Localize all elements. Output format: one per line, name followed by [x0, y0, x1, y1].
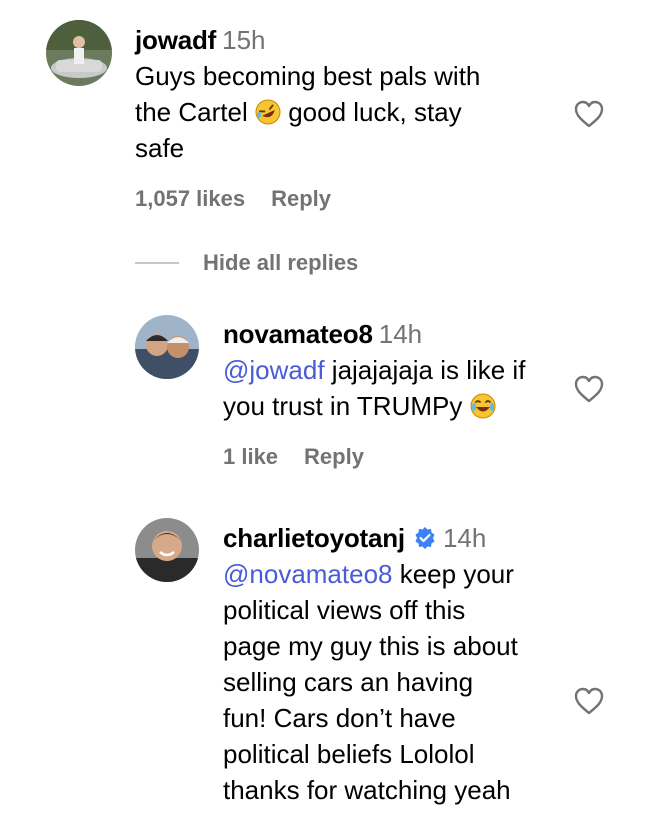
avatar[interactable] — [135, 315, 199, 379]
hide-replies-label[interactable]: Hide all replies — [203, 250, 358, 276]
timestamp: 14h — [378, 319, 423, 349]
avatar[interactable] — [46, 20, 112, 86]
like-count[interactable]: 1,057 likes — [135, 186, 245, 211]
timestamp: 15h — [222, 25, 266, 55]
divider — [135, 262, 179, 264]
like-count[interactable]: 1 like — [223, 444, 278, 469]
rolling-on-floor-laughing-emoji — [255, 98, 281, 125]
comment-text: @novamateo8 keep your political views of… — [223, 559, 518, 805]
reply-button[interactable]: Reply — [271, 186, 331, 211]
verified-badge-icon — [413, 526, 437, 550]
comment-text: @jowadf jajajajaja is like if you trust … — [223, 355, 526, 421]
avatar[interactable] — [135, 518, 199, 582]
face-with-tears-of-joy-emoji — [470, 392, 496, 419]
mention-link[interactable]: @novamateo8 — [223, 559, 393, 589]
heart-icon[interactable] — [573, 686, 605, 716]
hide-replies-toggle[interactable]: Hide all replies — [135, 250, 358, 276]
timestamp: 14h — [442, 523, 487, 553]
username[interactable]: charlietoyotanj — [223, 520, 405, 556]
username[interactable]: jowadf — [135, 22, 216, 58]
heart-icon[interactable] — [573, 374, 605, 404]
username[interactable]: novamateo8 — [223, 316, 373, 352]
mention-link[interactable]: @jowadf — [223, 355, 325, 385]
heart-icon[interactable] — [573, 99, 605, 129]
comment-text: Guys becoming best pals with the Cartel … — [135, 61, 481, 163]
reply-button[interactable]: Reply — [304, 444, 364, 469]
